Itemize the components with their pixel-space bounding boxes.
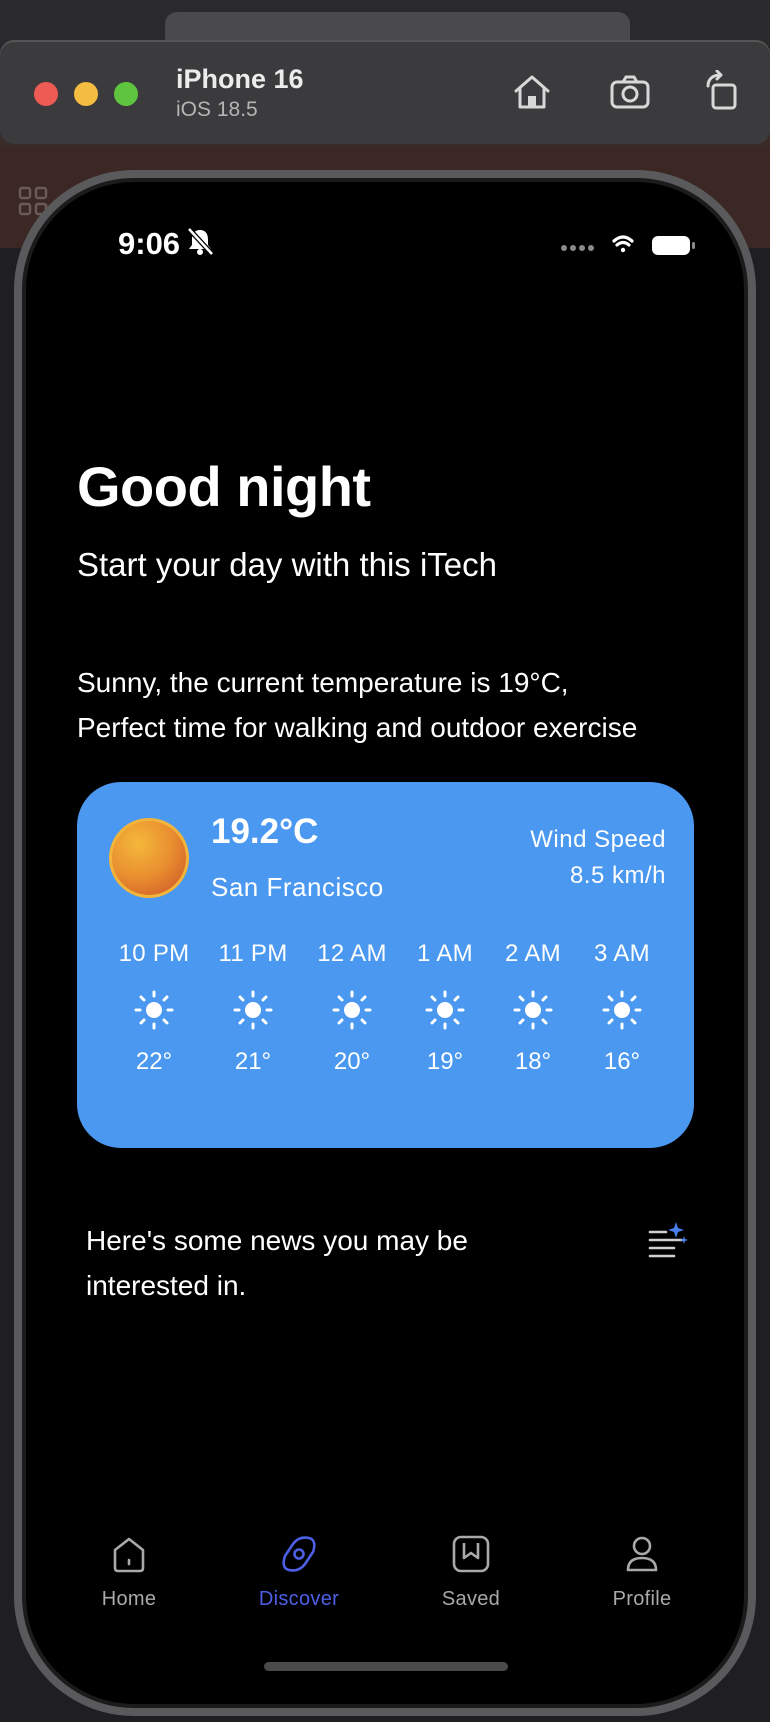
sun-icon — [134, 990, 174, 1030]
close-window-button[interactable] — [34, 82, 58, 106]
hourly-forecast-item: 1 AM 19° — [400, 940, 490, 1076]
hour-temp: 20° — [333, 1048, 371, 1075]
tab-label: Home — [101, 1588, 157, 1610]
sun-icon — [109, 818, 189, 898]
zoom-window-button[interactable] — [114, 82, 138, 106]
tab-saved[interactable]: Saved — [401, 1532, 541, 1611]
compass-icon — [282, 1536, 316, 1572]
signal-dots-icon — [561, 245, 594, 251]
tab-label: Saved — [441, 1588, 501, 1610]
screenshot-icon[interactable] — [608, 70, 652, 114]
status-icons — [561, 235, 695, 255]
person-icon — [626, 1536, 658, 1572]
hour-time: 2 AM — [505, 940, 561, 967]
hourly-forecast-item: 11 PM 21° — [208, 940, 298, 1076]
greeting-title: Good night — [77, 455, 371, 518]
tab-label: Profile — [612, 1588, 672, 1610]
city-name: San Francisco — [211, 872, 384, 902]
wind-speed-value: 8.5 km/h — [569, 862, 666, 889]
sun-icon — [425, 990, 465, 1030]
os-version: iOS 18.5 — [176, 98, 258, 121]
weather-summary-line: Perfect time for walking and outdoor exe… — [77, 712, 638, 743]
hour-time: 12 AM — [317, 940, 387, 967]
hourly-forecast-item: 3 AM 16° — [577, 940, 667, 1076]
ai-sparkle-list-icon[interactable] — [644, 1220, 688, 1264]
minimize-window-button[interactable] — [74, 82, 98, 106]
sun-icon — [513, 990, 553, 1030]
rotate-icon[interactable] — [700, 70, 744, 114]
news-heading-line: Here's some news you may be — [86, 1225, 468, 1256]
sun-icon — [233, 990, 273, 1030]
home-icon[interactable] — [510, 70, 554, 114]
tab-label: Discover — [258, 1588, 340, 1610]
hour-temp: 21° — [234, 1048, 272, 1075]
hour-temp: 22° — [135, 1048, 173, 1075]
wind-speed-label: Wind Speed — [530, 826, 666, 853]
tab-discover[interactable]: Discover — [229, 1532, 369, 1611]
hour-time: 10 PM — [118, 940, 190, 967]
home-indicator[interactable] — [264, 1662, 508, 1671]
greeting-subtitle: Start your day with this iTech — [77, 546, 498, 583]
news-heading: Here's some news you may be interested i… — [86, 1218, 556, 1308]
hour-temp: 19° — [426, 1048, 464, 1075]
weather-card[interactable]: 19.2°C San Francisco Wind Speed 8.5 km/h… — [77, 782, 694, 1148]
weather-summary-line: Sunny, the current temperature is 19°C, — [77, 667, 569, 698]
bell-slash-icon — [187, 227, 214, 256]
hour-temp: 18° — [514, 1048, 552, 1075]
tab-profile[interactable]: Profile — [572, 1532, 712, 1611]
hourly-forecast-item: 2 AM 18° — [488, 940, 578, 1076]
wifi-icon — [612, 235, 634, 253]
status-time: 9:06 — [118, 226, 181, 261]
hour-temp: 16° — [603, 1048, 641, 1075]
hourly-forecast-item: 10 PM 22° — [109, 940, 199, 1076]
hour-time: 3 AM — [594, 940, 650, 967]
sun-icon — [602, 990, 642, 1030]
hourly-forecast-item: 12 AM 20° — [307, 940, 397, 1076]
device-name: iPhone 16 — [176, 64, 304, 94]
bookmark-icon — [452, 1535, 490, 1573]
tab-bar: Home Discover Saved Profile — [26, 1532, 744, 1642]
hour-time: 11 PM — [218, 940, 288, 967]
news-heading-line: interested in. — [86, 1270, 247, 1301]
weather-summary: Sunny, the current temperature is 19°C, … — [77, 660, 717, 750]
current-temperature: 19.2°C — [211, 812, 319, 851]
sun-icon — [332, 990, 372, 1030]
tab-home[interactable]: Home — [59, 1532, 199, 1611]
phone-screen: 9:06 Good night Start your day with this… — [26, 182, 744, 1704]
hour-time: 1 AM — [417, 940, 473, 967]
battery-icon — [652, 236, 695, 255]
home-icon — [113, 1537, 145, 1573]
